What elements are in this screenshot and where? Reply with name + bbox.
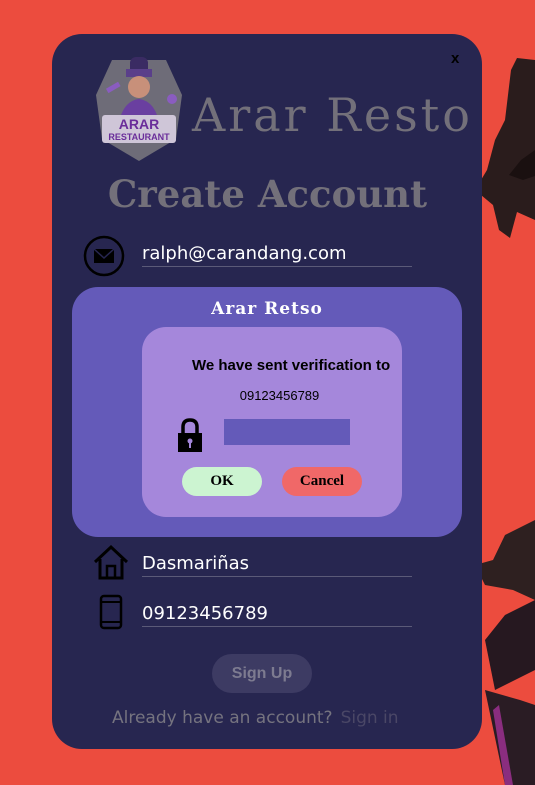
verification-code-input[interactable] [224, 419, 350, 445]
verification-phone: 09123456789 [239, 388, 320, 403]
address-field[interactable]: Dasmariñas [142, 550, 412, 577]
logo-text-line1: ARAR [118, 116, 160, 132]
verification-dialog: We have sent verification to 09123456789… [142, 327, 402, 517]
phone-value: 09123456789 [142, 603, 268, 624]
signin-prompt: Already have an account? Sign in [112, 708, 399, 728]
page-title: Create Account [107, 172, 428, 216]
email-field[interactable]: ralph@carandang.com [142, 240, 412, 267]
phone-icon [99, 594, 123, 630]
close-button[interactable]: x [451, 50, 465, 68]
modal-title: Arar Retso [211, 299, 323, 319]
verification-modal: Arar Retso We have sent verification to … [72, 287, 462, 537]
ok-button[interactable]: OK [182, 467, 262, 496]
phone-field[interactable]: 09123456789 [142, 600, 412, 627]
logo-text-line2: RESTAURANT [108, 132, 170, 142]
envelope-icon [83, 235, 125, 277]
signin-link[interactable]: Sign in [341, 708, 399, 728]
email-value: ralph@carandang.com [142, 243, 347, 264]
cancel-button[interactable]: Cancel [282, 467, 362, 496]
home-icon [93, 544, 129, 580]
already-text: Already have an account? [112, 708, 333, 728]
signup-button[interactable]: Sign Up [212, 654, 312, 693]
lock-icon [178, 418, 202, 452]
address-value: Dasmariñas [142, 553, 250, 574]
verification-message: We have sent verification to [192, 357, 391, 374]
brand-title: Arar Resto [192, 88, 473, 142]
restaurant-logo [96, 57, 182, 161]
